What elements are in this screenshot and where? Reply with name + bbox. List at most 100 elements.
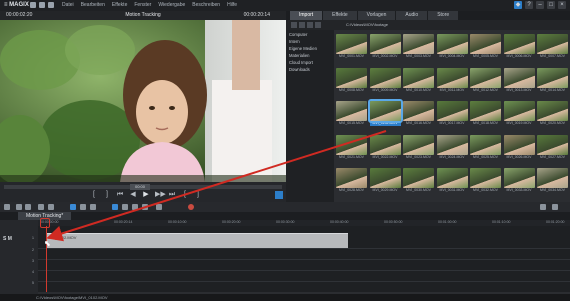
cut-icon[interactable] [122, 204, 128, 210]
media-thumbnail[interactable]: MVI_0023.MOV [403, 134, 434, 160]
video-preview[interactable] [0, 20, 286, 182]
menu-item[interactable]: Datei [62, 0, 74, 11]
media-thumbnail[interactable]: MVI_0033.MOV [503, 168, 535, 193]
mark-out-icon[interactable]: ] [103, 191, 111, 199]
minimize-icon[interactable]: – [536, 1, 544, 9]
media-thumbnail[interactable]: MVI_0022.MOV [369, 134, 401, 160]
thumbnail-caption: MVI_0024.MOV [439, 154, 465, 159]
mode-icon[interactable] [70, 204, 76, 210]
undo-icon[interactable] [16, 204, 22, 210]
tab-import[interactable]: Import [290, 11, 323, 20]
tab-audio[interactable]: Audio [396, 11, 428, 20]
effects-icon[interactable] [156, 204, 162, 210]
menu-item[interactable]: Fenster [134, 0, 151, 11]
media-thumbnail[interactable]: MVI_0018.MOV [470, 101, 501, 126]
menu-item[interactable]: Beschreiben [192, 0, 220, 11]
export-frame-button[interactable] [275, 191, 283, 199]
skip-back-icon[interactable]: ⏮ [116, 191, 124, 199]
tab-store[interactable]: Store [428, 11, 459, 20]
delete-icon[interactable] [38, 204, 44, 210]
rewind-icon[interactable]: ◀ [129, 191, 137, 199]
media-thumbnail[interactable]: MVI_0030.MOV [403, 168, 434, 193]
media-thumbnail[interactable]: MVI_0012.MOV [470, 67, 501, 93]
tab-effekte[interactable]: Effekte [323, 11, 357, 20]
media-thumbnail[interactable]: MVI_0013.MOV [503, 67, 535, 93]
media-thumbnail[interactable]: MVI_0029.MOV [369, 168, 401, 193]
media-thumbnail[interactable]: MVI_0025.MOV [470, 134, 501, 160]
text-icon[interactable] [142, 204, 148, 210]
media-thumbnail[interactable]: MVI_0006.MOV [503, 34, 535, 59]
media-thumbnail[interactable]: MVI_0024.MOV [436, 134, 468, 160]
tree-item[interactable]: Eigene Medien [286, 44, 334, 51]
loop-end-icon[interactable]: ] [194, 191, 202, 199]
track-area[interactable]: MVI_0102.MOV [38, 226, 570, 292]
group-icon[interactable] [90, 204, 96, 210]
menu-item[interactable]: Hilfe [227, 0, 237, 11]
track-divider [38, 259, 570, 260]
link-icon[interactable] [80, 204, 86, 210]
media-thumbnail[interactable]: MVI_0032.MOV [470, 168, 501, 193]
media-thumbnail[interactable]: MVI_0016.MOV [403, 101, 434, 126]
record-icon[interactable] [188, 204, 194, 210]
maximize-icon[interactable]: □ [547, 1, 555, 9]
zoom-out-icon[interactable] [540, 204, 546, 210]
skip-forward-icon[interactable]: ⏭ [168, 191, 176, 199]
media-thumbnail[interactable]: MVI_0004.MOV [436, 34, 468, 59]
marker-icon[interactable] [132, 204, 138, 210]
view-icon[interactable] [315, 22, 321, 28]
media-thumbnail[interactable]: MVI_0005.MOV [470, 34, 501, 59]
tree-item[interactable]: Computer [286, 30, 334, 37]
open-folder-icon[interactable] [39, 2, 45, 8]
media-thumbnail[interactable]: MVI_0019.MOV [503, 101, 535, 126]
menu-item[interactable]: Bearbeiten [81, 0, 105, 11]
folder-path[interactable]: C:\Videos\MOV\footage [346, 20, 388, 30]
split-icon[interactable] [48, 204, 54, 210]
scrub-bar[interactable]: 00:00 [4, 184, 282, 190]
media-thumbnail[interactable]: MVI_0034.MOV [537, 168, 568, 193]
menu-item[interactable]: Effekte [112, 0, 127, 11]
media-thumbnail[interactable]: MVI_0007.MOV [537, 34, 568, 59]
tree-item[interactable]: Intern [286, 37, 334, 44]
redo-icon[interactable] [25, 204, 31, 210]
media-thumbnail[interactable]: MVI_0020.MOV [537, 101, 568, 126]
tree-item[interactable]: Materialien [286, 51, 334, 58]
media-thumbnail[interactable]: MVI_0017.MOV [436, 101, 468, 126]
media-thumbnail[interactable]: MVI_0021.MOV [336, 134, 367, 160]
media-thumbnail[interactable]: MVI_0003.MOV [403, 34, 434, 59]
up-icon[interactable] [307, 22, 313, 28]
media-thumbnail[interactable]: MVI_0014.MOV [537, 67, 568, 93]
media-thumbnail[interactable]: MVI_0102.MOV [367, 99, 403, 126]
tree-item[interactable]: Cloud Import [286, 58, 334, 65]
media-thumbnail[interactable]: MVI_0031.MOV [436, 168, 468, 193]
help-icon[interactable]: ? [525, 1, 533, 9]
media-thumbnail[interactable]: MVI_0008.MOV [336, 67, 367, 93]
media-thumbnail[interactable]: MVI_0011.MOV [436, 67, 468, 93]
menu-icon[interactable] [4, 204, 10, 210]
new-project-icon[interactable] [30, 2, 36, 8]
loop-icon[interactable]: [ [181, 191, 189, 199]
media-thumbnail[interactable]: MVI_0001.MOV [336, 34, 367, 59]
playhead-line[interactable] [46, 226, 47, 292]
tab-vorlagen[interactable]: Vorlagen [357, 11, 396, 20]
tree-item[interactable]: Downloads [286, 65, 334, 72]
close-icon[interactable]: × [558, 1, 566, 9]
media-thumbnail[interactable]: MVI_0027.MOV [537, 134, 568, 160]
mark-in-icon[interactable]: [ [90, 191, 98, 199]
forward-icon[interactable] [299, 22, 305, 28]
zoom-in-icon[interactable] [552, 204, 558, 210]
media-thumbnail[interactable]: MVI_0010.MOV [403, 67, 434, 93]
video-clip[interactable]: MVI_0102.MOV [46, 233, 348, 248]
media-thumbnail[interactable]: MVI_0015.MOV [336, 101, 367, 126]
save-icon[interactable] [48, 2, 54, 8]
play-icon[interactable]: ▶ [142, 191, 150, 199]
media-thumbnail[interactable]: MVI_0002.MOV [369, 34, 401, 59]
media-thumbnail[interactable]: MVI_0028.MOV [336, 168, 367, 193]
pointer-icon[interactable] [112, 204, 118, 210]
back-icon[interactable] [291, 22, 297, 28]
media-thumbnail[interactable]: MVI_0026.MOV [503, 134, 535, 160]
menu-item[interactable]: Wiedergabe [158, 0, 185, 11]
cloud-icon[interactable]: ◆ [514, 1, 522, 9]
media-thumbnail[interactable]: MVI_0009.MOV [369, 67, 401, 93]
fast-forward-icon[interactable]: ▶▶ [155, 191, 166, 199]
solo-mute-controls[interactable]: S M [3, 236, 12, 242]
